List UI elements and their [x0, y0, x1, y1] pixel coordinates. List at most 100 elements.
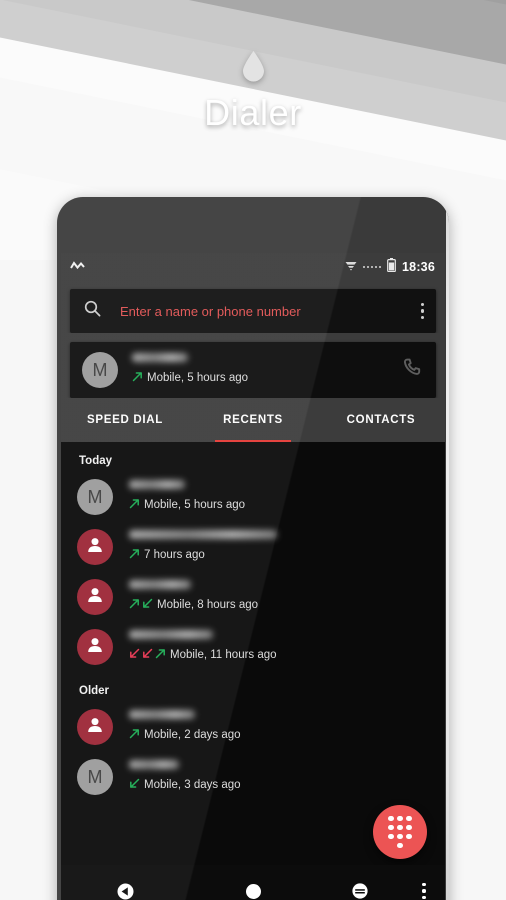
call-log-texts: Mobile, 3 days ago [129, 760, 431, 794]
call-direction-outgoing-icon [129, 726, 140, 744]
contact-name-redacted [129, 580, 191, 589]
call-log-row[interactable]: M Mobile, 5 hours ago [61, 472, 445, 522]
suggestion-texts: Mobile, 5 hours ago [132, 353, 403, 387]
person-icon [85, 585, 105, 610]
nav-back-button[interactable] [61, 882, 189, 900]
call-log-texts: 7 hours ago [129, 530, 431, 564]
avatar: M [82, 352, 118, 388]
call-log-detail: Mobile, 5 hours ago [144, 499, 246, 511]
call-direction-outgoing-icon [129, 496, 140, 514]
signal-dots-icon [362, 265, 382, 269]
contact-name-redacted [129, 630, 213, 639]
suggestion-subline: Mobile, 5 hours ago [132, 369, 403, 387]
call-direction-icons [129, 546, 140, 564]
phone-handset-icon[interactable] [403, 358, 422, 382]
phone-screen: 18:36 Enter a name or phone number M Mob… [61, 253, 445, 900]
call-log-texts: Mobile, 2 days ago [129, 710, 431, 744]
avatar[interactable] [77, 629, 113, 665]
call-direction-incoming-icon [142, 596, 153, 614]
call-log-section-header: Older [79, 685, 110, 697]
dialpad-fab-button[interactable] [373, 805, 427, 859]
dialpad-icon [388, 815, 412, 849]
search-input-placeholder[interactable]: Enter a name or phone number [120, 304, 421, 319]
person-icon [85, 535, 105, 560]
contact-name-redacted [132, 353, 188, 362]
tab-label: RECENTS [223, 414, 283, 426]
tab-label: SPEED DIAL [86, 414, 163, 426]
nav-home-button[interactable] [189, 883, 317, 899]
call-direction-missed-icon [129, 646, 140, 664]
hero-content: Dialer [0, 0, 506, 200]
battery-icon [387, 257, 396, 277]
avatar[interactable]: M [77, 759, 113, 795]
person-icon [85, 715, 105, 740]
call-log-detail: 7 hours ago [144, 549, 205, 561]
contact-name-redacted [129, 760, 179, 769]
call-log-detail: Mobile, 3 days ago [144, 779, 241, 791]
tab-recents[interactable]: RECENTS [189, 398, 317, 442]
call-log-row[interactable]: Mobile, 2 days ago [61, 702, 445, 752]
call-log-row[interactable]: 7 hours ago [61, 522, 445, 572]
status-bar: 18:36 [61, 253, 445, 281]
call-log-subline: Mobile, 5 hours ago [129, 496, 431, 514]
call-log-texts: Mobile, 5 hours ago [129, 480, 431, 514]
suggestion-detail: Mobile, 5 hours ago [147, 372, 249, 384]
back-icon [117, 883, 133, 899]
suggested-contact-card[interactable]: M Mobile, 5 hours ago [70, 342, 436, 398]
phone-mockup: 18:36 Enter a name or phone number M Mob… [57, 197, 449, 900]
call-log-texts: Mobile, 8 hours ago [129, 580, 431, 614]
call-log-row[interactable]: M Mobile, 3 days ago [61, 752, 445, 802]
avatar[interactable]: M [77, 479, 113, 515]
status-bar-left [70, 258, 85, 276]
recents-icon [352, 883, 368, 899]
call-log-row[interactable]: Mobile, 8 hours ago [61, 572, 445, 622]
avatar[interactable] [77, 709, 113, 745]
search-icon [84, 300, 101, 322]
call-log-detail: Mobile, 2 days ago [144, 729, 241, 741]
activity-wave-icon [70, 258, 85, 276]
contact-name-redacted [129, 710, 195, 719]
person-icon [85, 635, 105, 660]
call-log-subline: 7 hours ago [129, 546, 431, 564]
call-direction-outgoing-icon [132, 369, 143, 387]
search-area: Enter a name or phone number [61, 281, 445, 333]
call-log-row[interactable]: Mobile, 11 hours ago [61, 622, 445, 672]
avatar[interactable] [77, 529, 113, 565]
call-direction-missed-icon [142, 646, 153, 664]
call-log-texts: Mobile, 11 hours ago [129, 630, 431, 664]
nav-recents-button[interactable] [317, 882, 403, 900]
call-direction-icons [129, 776, 140, 794]
nav-overflow-button[interactable] [403, 883, 445, 899]
call-log-subline: Mobile, 2 days ago [129, 726, 431, 744]
tab-speed-dial[interactable]: SPEED DIAL [61, 398, 189, 442]
call-direction-icons [129, 726, 140, 744]
overflow-menu-icon[interactable] [420, 303, 424, 319]
status-bar-clock: 18:36 [402, 260, 435, 274]
tab-contacts[interactable]: CONTACTS [317, 398, 445, 442]
android-navigation-bar [61, 865, 445, 900]
call-log-detail: Mobile, 11 hours ago [170, 649, 277, 661]
call-direction-outgoing-icon [155, 646, 166, 664]
status-bar-right: 18:36 [345, 257, 435, 277]
home-icon [245, 883, 261, 899]
wifi-icon [345, 258, 357, 276]
tab-label: CONTACTS [346, 414, 416, 426]
avatar[interactable] [77, 579, 113, 615]
contact-name-redacted [129, 530, 277, 539]
call-log-detail: Mobile, 8 hours ago [157, 599, 259, 611]
suggestion-area: M Mobile, 5 hours ago [61, 333, 445, 398]
call-direction-icons [129, 496, 140, 514]
overflow-menu-icon [422, 883, 426, 899]
water-drop-icon [241, 50, 266, 82]
contact-name-redacted [129, 480, 185, 489]
search-bar[interactable]: Enter a name or phone number [70, 289, 436, 333]
call-log-subline: Mobile, 3 days ago [129, 776, 431, 794]
call-direction-icons [129, 646, 166, 664]
call-direction-incoming-icon [129, 776, 140, 794]
avatar-letter: M [87, 486, 103, 507]
call-log-list[interactable]: Today M Mobile, 5 hours ago 7 hours ago Mobi… [61, 442, 445, 849]
avatar-letter: M [87, 766, 103, 787]
call-log-section-header: Today [79, 455, 113, 467]
call-log-subline: Mobile, 11 hours ago [129, 646, 431, 664]
phone-right-edge [446, 197, 449, 900]
